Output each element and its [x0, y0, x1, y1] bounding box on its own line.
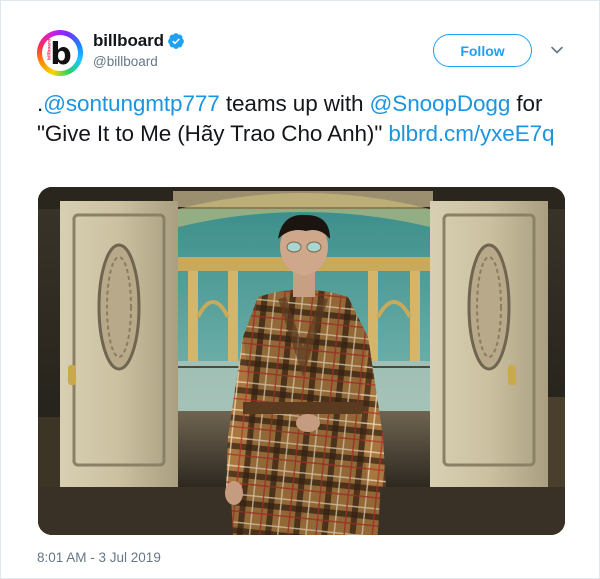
chevron-down-icon[interactable]	[550, 43, 564, 57]
tweet-link[interactable]: blbrd.cm/yxeE7q	[388, 121, 554, 146]
tweet-card: b billboard billboard @billboard Follow …	[0, 0, 600, 579]
mention-snoopdogg[interactable]: @SnoopDogg	[370, 91, 511, 116]
mention-sontungmtp777[interactable]: @sontungmtp777	[43, 91, 220, 116]
avatar[interactable]: b billboard	[37, 30, 83, 76]
display-name[interactable]: billboard	[93, 31, 164, 51]
verified-badge-icon	[168, 33, 184, 49]
media-image[interactable]	[38, 187, 565, 535]
follow-button[interactable]: Follow	[433, 34, 532, 67]
handle[interactable]: @billboard	[93, 54, 158, 69]
timestamp[interactable]: 8:01 AM - 3 Jul 2019	[37, 550, 161, 565]
tweet-text-part-1: teams up with	[219, 91, 370, 116]
svg-text:billboard: billboard	[47, 39, 52, 60]
billboard-logo-icon: b billboard	[42, 35, 78, 71]
svg-text:b: b	[50, 37, 71, 71]
tweet-text: .@sontungmtp777 teams up with @SnoopDogg…	[37, 89, 577, 149]
